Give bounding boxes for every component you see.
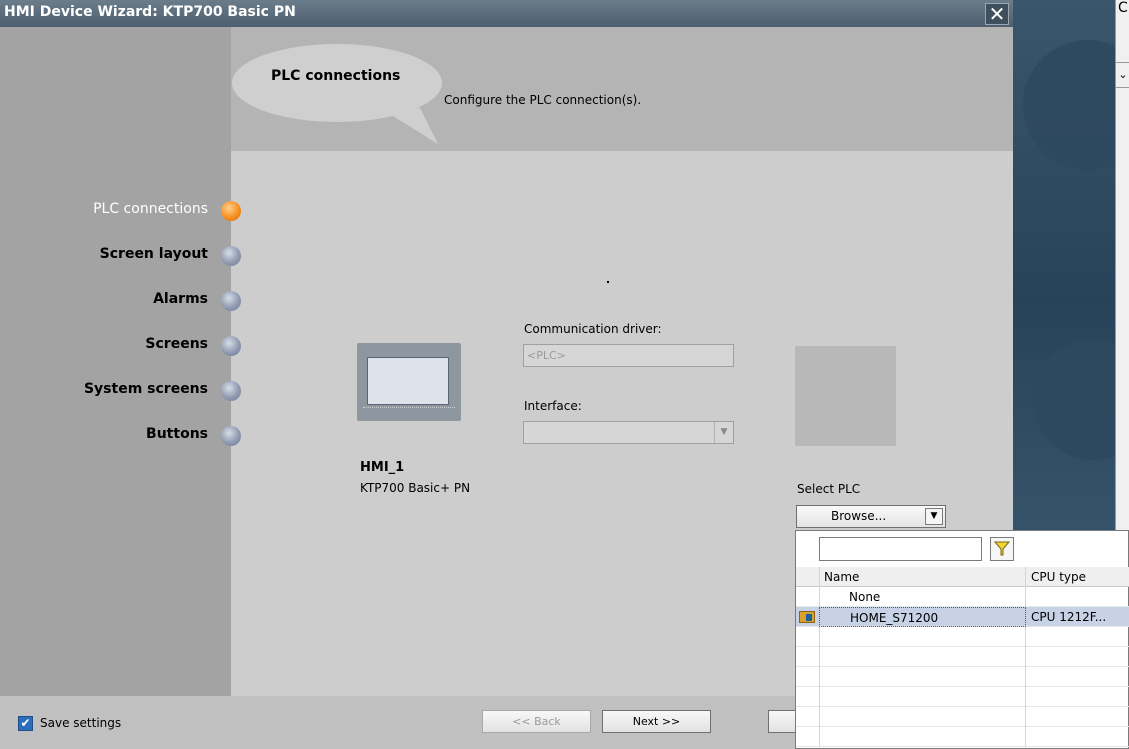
empty-cell: [819, 647, 1026, 667]
plc-filter-input[interactable]: [819, 537, 982, 561]
background-gear-shape: [1023, 40, 1129, 170]
table-row-empty: [796, 727, 1129, 747]
interface-label: Interface:: [524, 399, 582, 413]
interface-select[interactable]: ▼: [523, 421, 734, 444]
step-indicator-icon: [221, 291, 241, 311]
step-label: Screens: [145, 336, 208, 352]
plc-cpu-type: CPU 1212F...: [1031, 610, 1107, 624]
plc-device-image-placeholder: [795, 346, 896, 446]
save-settings-checkbox[interactable]: ✔: [18, 716, 33, 731]
empty-cell: [819, 727, 1026, 747]
table-row-empty: [796, 627, 1129, 647]
step-label: Buttons: [146, 426, 208, 442]
panel-mark-label: C: [1118, 0, 1128, 16]
dialog-title: HMI Device Wizard: KTP700 Basic PN: [4, 4, 296, 20]
device-name: HMI_1: [360, 460, 405, 475]
row-icon-cell: [796, 647, 820, 667]
select-plc-label: Select PLC: [797, 482, 861, 496]
plc-icon: [799, 611, 815, 623]
filter-funnel-graphic: [993, 541, 1011, 556]
page-title: PLC connections: [271, 68, 401, 84]
step-indicator-icon: [221, 336, 241, 356]
plc-cpu-type: [1026, 587, 1129, 607]
communication-driver-field[interactable]: <PLC>: [523, 344, 734, 367]
panel-collapse-chevron[interactable]: ⌄: [1116, 62, 1129, 88]
step-indicator-icon: [221, 381, 241, 401]
chevron-down-icon[interactable]: ▼: [925, 508, 943, 525]
column-header-cpu-type[interactable]: CPU type: [1026, 567, 1129, 587]
table-row-empty: [796, 667, 1129, 687]
page-description: Configure the PLC connection(s).: [444, 93, 642, 107]
save-settings-label: Save settings: [40, 716, 122, 730]
speech-bubble-tail: [380, 108, 438, 144]
table-row-empty: [796, 687, 1129, 707]
row-icon-cell: [796, 727, 820, 747]
table-row[interactable]: HOME_S71200 CPU 1212F...: [796, 607, 1129, 627]
close-button[interactable]: ✕: [985, 3, 1009, 25]
row-icon-cell: [796, 587, 820, 607]
table-row-empty: [796, 647, 1129, 667]
column-header-name[interactable]: Name: [819, 567, 1026, 587]
step-label: Alarms: [153, 291, 208, 307]
row-icon-cell: [796, 627, 820, 647]
step-label: Screen layout: [99, 246, 208, 262]
dialog-titlebar[interactable]: HMI Device Wizard: KTP700 Basic PN ✕: [0, 0, 1013, 27]
empty-cell: [819, 707, 1026, 727]
empty-cell: [819, 687, 1026, 707]
back-button[interactable]: << Back: [482, 710, 591, 733]
wizard-steps-sidebar: [0, 27, 231, 698]
next-button[interactable]: Next >>: [602, 710, 711, 733]
table-row[interactable]: None: [796, 587, 1129, 607]
filter-icon[interactable]: [990, 537, 1014, 561]
chevron-down-icon[interactable]: ▼: [714, 422, 733, 443]
row-icon-cell: [796, 607, 820, 627]
plc-name: HOME_S71200: [819, 607, 1026, 627]
hmi-device-screen: [367, 357, 449, 405]
step-indicator-icon: [221, 426, 241, 446]
browse-label: Browse...: [831, 509, 887, 523]
hmi-device-image: [357, 343, 461, 421]
plc-select-popup: Name CPU type None HOME_S71200 CPU 1212F…: [795, 530, 1129, 749]
communication-driver-label: Communication driver:: [524, 322, 662, 336]
step-indicator-icon: [221, 246, 241, 266]
step-active-indicator-icon: [221, 201, 241, 221]
row-icon-cell: [796, 667, 820, 687]
empty-cell: [819, 667, 1026, 687]
table-row-empty: [796, 707, 1129, 727]
row-icon-cell: [796, 707, 820, 727]
empty-cell: [819, 627, 1026, 647]
stray-pixel: [607, 281, 609, 283]
plc-name: None: [819, 587, 1026, 607]
browse-plc-dropdown[interactable]: Browse... ▼: [796, 505, 946, 528]
step-label: System screens: [83, 381, 208, 397]
device-type: KTP700 Basic+ PN: [360, 481, 471, 495]
icon-column-header: [796, 567, 820, 587]
hmi-device-keys: [363, 407, 455, 416]
row-icon-cell: [796, 687, 820, 707]
table-header-row: Name CPU type: [796, 567, 1129, 587]
step-label: PLC connections: [93, 201, 208, 217]
